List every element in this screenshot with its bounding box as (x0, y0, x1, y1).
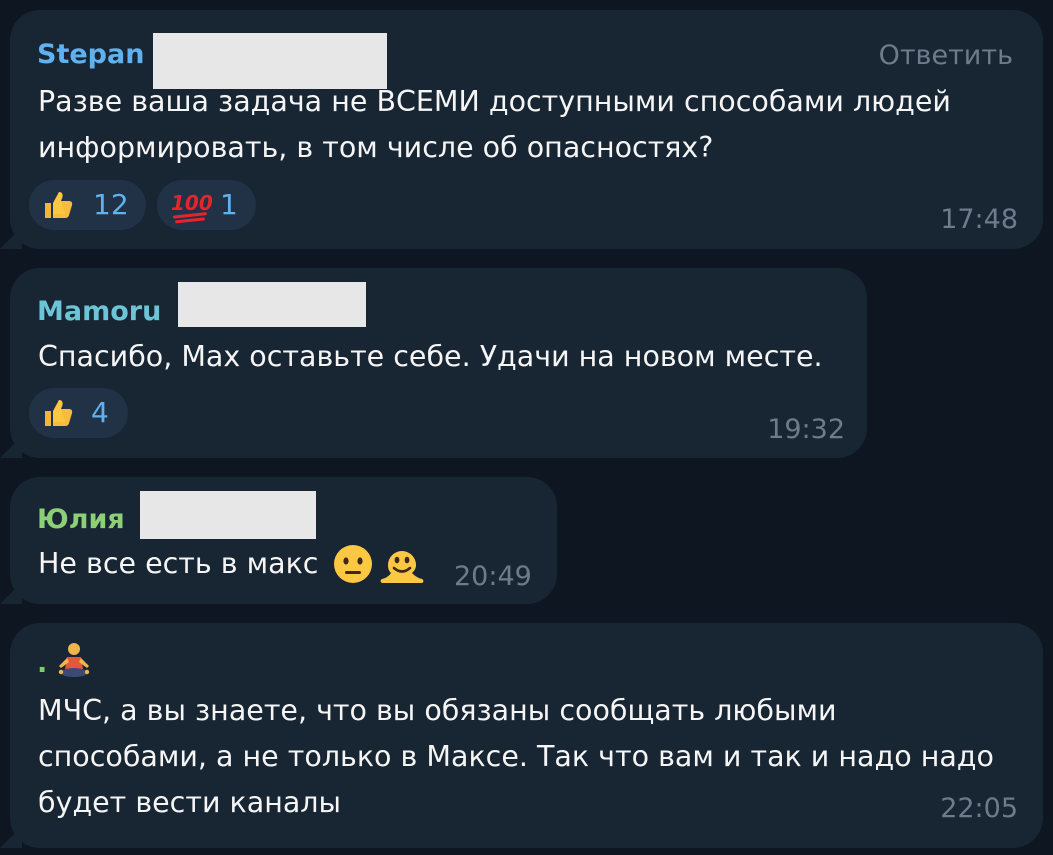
hundred-points-icon: 100 (171, 191, 213, 224)
sender-name[interactable]: Stepan (37, 39, 144, 71)
message-time: 22:05 (940, 793, 1018, 824)
reaction-count: 12 (93, 188, 129, 221)
reaction-thumbs-up[interactable]: 12 (29, 180, 146, 230)
redacted-username (178, 282, 366, 327)
neutral-face-icon (334, 545, 372, 583)
chat-view: Stepan Ответить Разве ваша задача не ВСЕ… (0, 0, 1053, 855)
redacted-username (140, 491, 316, 539)
reaction-count: 1 (220, 188, 238, 221)
message-bubble[interactable]: Mamoru Спасибо, Max оставьте себе. Удачи… (10, 268, 867, 458)
message-text: Разве ваша задача не ВСЕМИ доступными сп… (38, 85, 951, 164)
message-text: Не все есть в макс (38, 547, 319, 580)
message-time: 20:49 (454, 561, 532, 592)
person-in-lotus-position-icon (58, 643, 90, 677)
sender-name[interactable]: Mamoru (37, 296, 161, 328)
message-bubble[interactable]: Юлия Не все есть в макс 20:49 (10, 477, 557, 604)
thumbs-up-icon (45, 192, 73, 218)
message-text: МЧС, а вы знаете, что вы обязаны сообщат… (38, 694, 994, 819)
message-time: 19:32 (767, 414, 845, 445)
thumbs-up-icon (45, 400, 73, 426)
message-bubble[interactable]: Stepan Ответить Разве ваша задача не ВСЕ… (10, 10, 1043, 249)
message-text: Спасибо, Max оставьте себе. Удачи на нов… (38, 340, 823, 373)
svg-text:100: 100 (171, 191, 213, 215)
sender-name[interactable]: Юлия (37, 504, 125, 536)
sender-name[interactable]: . (37, 648, 47, 680)
melting-face-icon (380, 551, 424, 583)
message-bubble[interactable]: . МЧС, а вы знаете, что вы обязаны сообщ… (10, 623, 1043, 848)
reply-button[interactable]: Ответить (879, 40, 1013, 72)
reaction-count: 4 (91, 396, 109, 429)
reaction-hundred-points[interactable]: 100 1 (157, 180, 256, 230)
message-time: 17:48 (940, 204, 1018, 235)
reaction-thumbs-up[interactable]: 4 (29, 388, 128, 438)
